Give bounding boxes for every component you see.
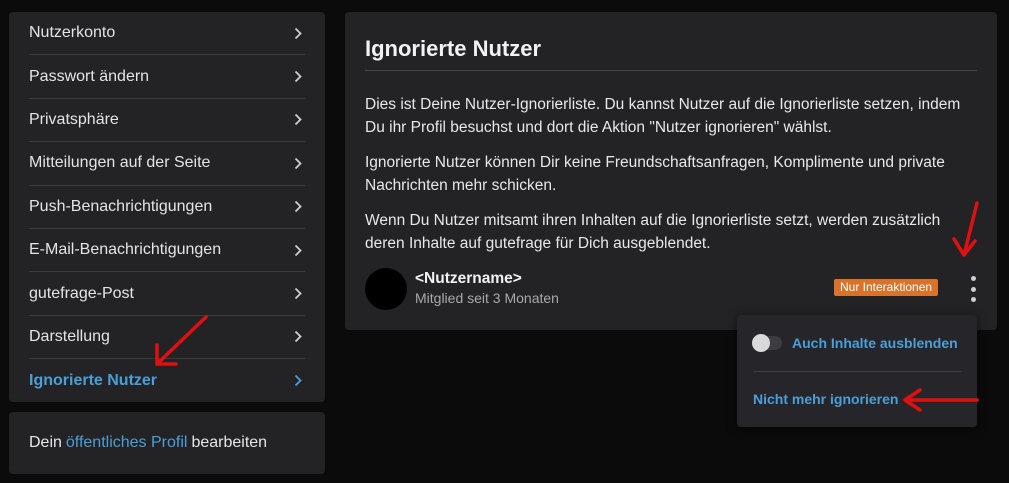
sidebar-item-label: Push-Benachrichtigungen [29,197,213,215]
chevron-right-icon [291,113,305,127]
sidebar-item-label: Mitteilungen auf der Seite [29,154,211,172]
chevron-right-icon [291,26,305,40]
ignored-users-panel: Ignorierte Nutzer Dies ist Deine Nutzer-… [345,12,997,330]
settings-sidebar: Nutzerkonto Passwort ändern Privatsphäre… [9,12,325,402]
chevron-right-icon [291,156,305,170]
page-title: Ignorierte Nutzer [365,12,977,71]
more-options-icon[interactable] [969,276,977,302]
sidebar-item-ignorierte-nutzer[interactable]: Ignorierte Nutzer [29,359,305,402]
chevron-right-icon [291,243,305,257]
hide-content-toggle[interactable] [752,334,782,352]
ignored-user-row: <Nutzername> Mitglied seit 3 Monaten Nur… [365,268,977,310]
sidebar-item-label: Passwort ändern [29,67,150,85]
username[interactable]: <Nutzername> [415,270,522,288]
hide-content-option: Auch Inhalte ausblenden [752,315,961,372]
sidebar-item-label: Ignorierte Nutzer [29,371,158,389]
chevron-right-icon [291,374,305,388]
profile-edit-box: Dein öffentliches Profil bearbeiten [9,412,325,474]
sidebar-item-mitteilungen[interactable]: Mitteilungen auf der Seite [29,142,305,186]
chevron-right-icon [291,200,305,214]
chevron-right-icon [291,287,305,301]
content-paragraph: Wenn Du Nutzer mitsamt ihren Inhalten au… [365,212,941,252]
sidebar-item-email[interactable]: E-Mail-Benachrichtigungen [29,229,305,273]
chevron-right-icon [291,330,305,344]
member-since: Mitglied seit 3 Monaten [415,290,559,306]
sidebar-item-push[interactable]: Push-Benachrichtigungen [29,186,305,229]
hide-content-label[interactable]: Auch Inhalte ausblenden [792,335,958,351]
sidebar-item-passwort[interactable]: Passwort ändern [29,55,305,99]
sidebar-item-label: Nutzerkonto [29,24,116,42]
sidebar-item-label: Privatsphäre [29,110,119,128]
intro-paragraph: Dies ist Deine Nutzer-Ignorierliste. Du … [365,96,961,136]
sidebar-item-darstellung[interactable]: Darstellung [29,316,305,360]
chevron-right-icon [291,70,305,84]
unignore-button[interactable]: Nicht mehr ignorieren [753,391,898,407]
info-paragraph: Ignorierte Nutzer können Dir keine Freun… [365,154,945,194]
profile-prefix: Dein [29,434,62,451]
sidebar-item-label: gutefrage-Post [29,284,134,302]
sidebar-item-nutzerkonto[interactable]: Nutzerkonto [29,12,305,56]
sidebar-item-label: E-Mail-Benachrichtigungen [29,241,222,259]
status-badge: Nur Interaktionen [834,279,939,296]
profile-suffix: bearbeiten [191,434,268,451]
public-profile-link[interactable]: öffentliches Profil [66,434,188,452]
avatar[interactable] [365,268,407,310]
sidebar-item-privatsphaere[interactable]: Privatsphäre [29,99,305,143]
user-options-dropdown: Auch Inhalte ausblenden Nicht mehr ignor… [737,315,977,427]
sidebar-item-label: Darstellung [29,327,110,345]
unignore-option: Nicht mehr ignorieren [753,372,961,426]
sidebar-item-gutefrage-post[interactable]: gutefrage-Post [29,272,305,316]
